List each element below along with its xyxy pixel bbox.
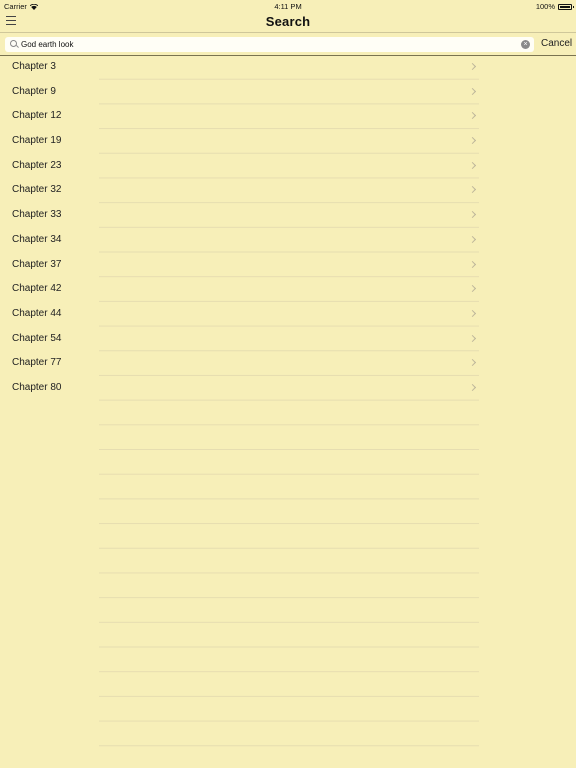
- list-item[interactable]: Chapter 9: [0, 81, 576, 106]
- search-input[interactable]: [21, 37, 517, 52]
- list-item[interactable]: Chapter 3: [0, 56, 576, 81]
- chevron-right-icon: [468, 211, 477, 219]
- cancel-button[interactable]: Cancel: [541, 38, 572, 49]
- status-bar: Carrier 4:11 PM 100%: [0, 0, 576, 12]
- list-item-label: Chapter 33: [12, 209, 62, 221]
- chevron-right-icon: [468, 87, 477, 95]
- list-item[interactable]: Chapter 37: [0, 254, 576, 279]
- list-item-label: Chapter 12: [12, 110, 62, 122]
- list-item-label: Chapter 3: [12, 61, 56, 72]
- list-item-label: Chapter 77: [12, 357, 62, 369]
- results-list: Chapter 3 Chapter 9 Chapter 12 Chapter 1…: [0, 56, 576, 768]
- page-title: Search: [265, 14, 311, 29]
- chevron-right-icon: [468, 359, 477, 367]
- battery-percent: 100%: [535, 2, 555, 11]
- list-item[interactable]: Chapter 44: [0, 303, 576, 328]
- chevron-right-icon: [468, 137, 477, 145]
- list-item[interactable]: Chapter 34: [0, 229, 576, 254]
- search-field[interactable]: ×: [5, 37, 534, 52]
- list-item[interactable]: Chapter 12: [0, 105, 576, 130]
- battery-icon: [558, 3, 574, 10]
- list-item-label: Chapter 54: [12, 332, 62, 344]
- search-bar: × Cancel: [0, 32, 576, 56]
- list-item-label: Chapter 32: [12, 184, 62, 196]
- list-item[interactable]: Chapter 32: [0, 179, 576, 204]
- chevron-right-icon: [468, 112, 477, 120]
- list-item-label: Chapter 42: [12, 283, 62, 295]
- clear-icon[interactable]: ×: [521, 40, 530, 49]
- list-item-label: Chapter 19: [12, 135, 62, 147]
- list-item[interactable]: Chapter 19: [0, 130, 576, 155]
- list-item-label: Chapter 80: [12, 381, 62, 393]
- chevron-right-icon: [468, 383, 477, 391]
- list-item[interactable]: Chapter 77: [0, 352, 576, 377]
- chevron-right-icon: [468, 62, 477, 71]
- search-icon: [10, 40, 17, 47]
- chevron-right-icon: [468, 186, 477, 194]
- navigation-bar: Search: [0, 12, 576, 32]
- list-item[interactable]: Chapter 80: [0, 377, 576, 402]
- list-item-label: Chapter 9: [12, 85, 56, 97]
- list-item[interactable]: Chapter 42: [0, 278, 576, 303]
- status-right: 100%: [535, 2, 574, 11]
- status-time: 4:11 PM: [274, 2, 302, 11]
- chevron-right-icon: [468, 260, 477, 268]
- chevron-right-icon: [468, 309, 477, 317]
- chevron-right-icon: [468, 334, 477, 342]
- list-item-label: Chapter 23: [12, 159, 62, 171]
- chevron-right-icon: [468, 161, 477, 169]
- list-item-label: Chapter 34: [12, 233, 62, 245]
- list-item-label: Chapter 44: [12, 307, 62, 319]
- list-item-label: Chapter 37: [12, 258, 62, 270]
- chevron-right-icon: [468, 285, 477, 293]
- list-item[interactable]: Chapter 54: [0, 328, 576, 353]
- list-item[interactable]: Chapter 23: [0, 155, 576, 180]
- chevron-right-icon: [468, 235, 477, 243]
- list-item[interactable]: Chapter 33: [0, 204, 576, 229]
